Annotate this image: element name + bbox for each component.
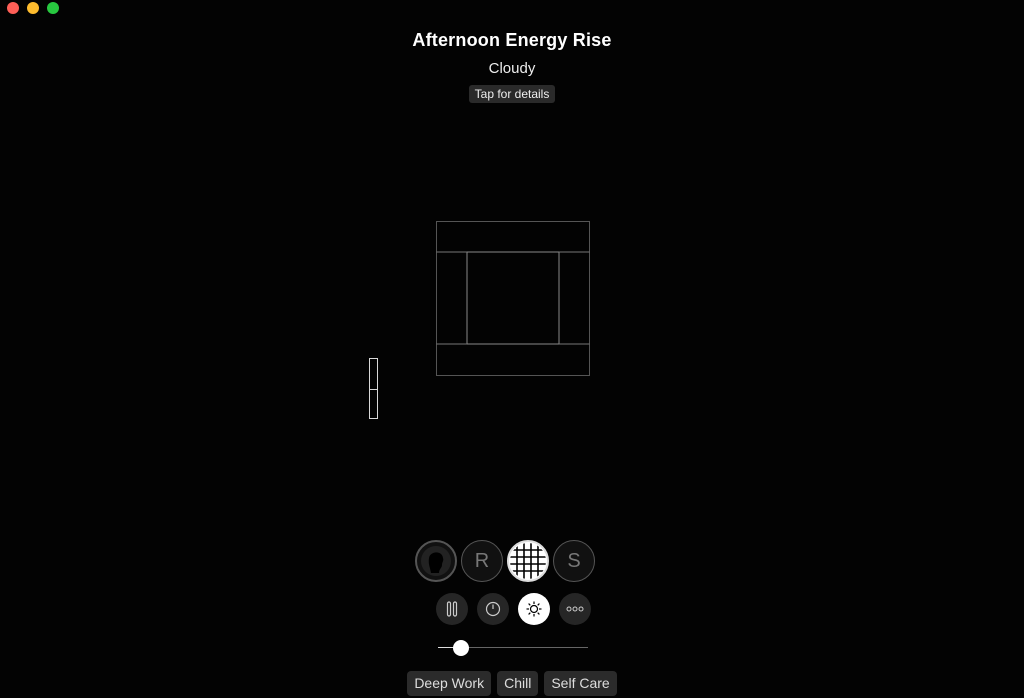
preset-deep-work[interactable]: Deep Work: [407, 671, 492, 696]
soundscape-focus-button[interactable]: [415, 540, 457, 582]
pause-button[interactable]: [436, 593, 468, 625]
preset-bar: Deep Work Chill Self Care: [0, 671, 1024, 696]
details-button[interactable]: Tap for details: [468, 85, 556, 103]
soundscape-sleep-button[interactable]: S: [553, 540, 595, 582]
minimize-window-button[interactable]: [27, 2, 39, 14]
playback-controls: [436, 593, 591, 625]
soundscape-selector: R S: [415, 540, 595, 582]
window-controls: [7, 2, 59, 14]
page-title: Afternoon Energy Rise: [412, 30, 612, 50]
timer-icon: [485, 601, 501, 617]
close-window-button[interactable]: [7, 2, 19, 14]
head-silhouette-icon: [421, 546, 451, 576]
preset-chill[interactable]: Chill: [497, 671, 539, 696]
volume-slider[interactable]: [438, 640, 588, 656]
more-dots-icon: [566, 606, 584, 612]
header: Afternoon Energy Rise Cloudy Tap for det…: [0, 30, 1024, 103]
app-window: Afternoon Energy Rise Cloudy Tap for det…: [0, 0, 1024, 698]
weather-subtitle: Cloudy: [488, 60, 536, 77]
pause-icon: [446, 601, 458, 617]
level-indicator: [369, 358, 378, 419]
brightness-button[interactable]: [518, 593, 550, 625]
maximize-window-button[interactable]: [47, 2, 59, 14]
volume-knob[interactable]: [452, 640, 469, 656]
focus-frame: [436, 221, 590, 376]
soundscape-relax-label: R: [474, 549, 490, 572]
preset-self-care[interactable]: Self Care: [544, 671, 617, 696]
more-button[interactable]: [559, 593, 591, 625]
timer-button[interactable]: [477, 593, 509, 625]
soundscape-relax-button[interactable]: R: [461, 540, 503, 582]
grid-globe-icon: [510, 543, 546, 579]
soundscape-grid-button[interactable]: [507, 540, 549, 582]
sun-icon: [526, 601, 542, 617]
soundscape-sleep-label: S: [567, 549, 581, 572]
